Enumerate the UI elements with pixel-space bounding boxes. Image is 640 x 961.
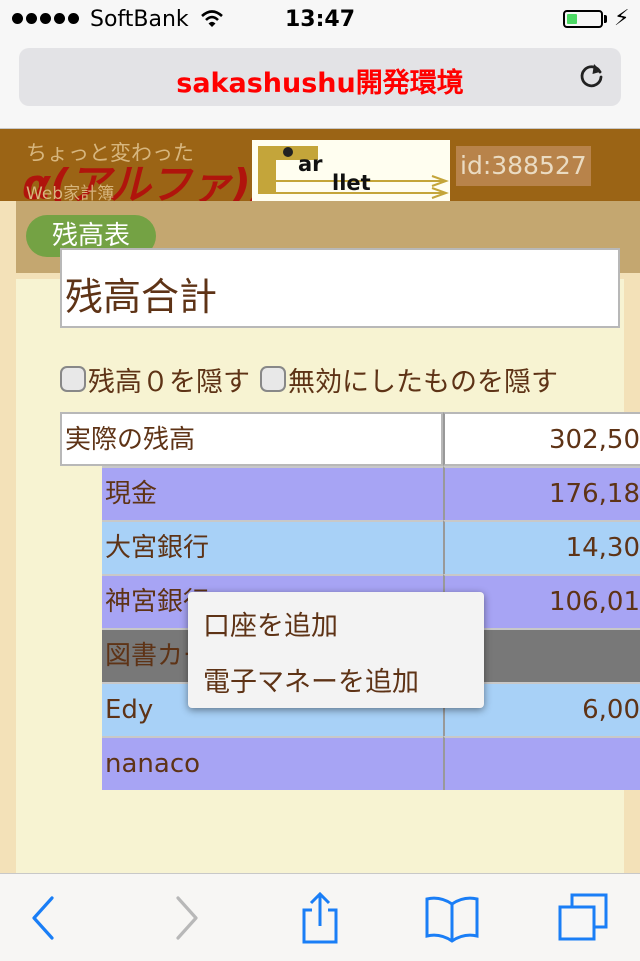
table-row[interactable]: 実際の残高 302,50 (60, 412, 640, 466)
table-row[interactable]: 現金 176,18 (60, 466, 640, 520)
hide-zero-option[interactable]: 残高０を隠す (60, 360, 250, 399)
hide-zero-checkbox[interactable] (60, 366, 86, 392)
account-name: 大宮銀行 (102, 520, 443, 574)
address-bar-area: sakashushu開発環境 (0, 40, 640, 129)
battery-icon (563, 10, 603, 28)
account-amount: 14,30 (443, 520, 640, 574)
reload-icon[interactable] (577, 60, 607, 90)
status-bar: SoftBank 13:47 ⚡ (0, 0, 640, 40)
chevron-left-icon[interactable] (14, 892, 74, 944)
account-name: 現金 (102, 466, 443, 520)
hide-disabled-checkbox[interactable] (260, 366, 286, 392)
add-account-item[interactable]: 口座を追加 (203, 604, 338, 643)
balance-total-heading: 残高合計 (60, 248, 620, 328)
account-amount: 302,50 (443, 412, 640, 466)
banner-text-ar: ar (298, 152, 323, 176)
banner-text-llet: llet (332, 171, 371, 195)
table-row[interactable]: 大宮銀行 14,30 (60, 520, 640, 574)
account-amount (443, 736, 640, 790)
charging-bolt-icon: ⚡ (614, 6, 630, 31)
heading-text: 残高合計 (65, 275, 218, 319)
account-amount: 176,18 (443, 466, 640, 520)
hide-disabled-label: 無効にしたものを隠す (288, 366, 558, 398)
filter-options: 残高０を隠す 無効にしたものを隠す (60, 360, 568, 399)
site-logo[interactable]: ちょっと変わった α(アルファ)版 Web家計簿 (22, 135, 292, 209)
banner-graphic: ar llet (258, 146, 449, 199)
status-time: 13:47 (284, 7, 356, 32)
share-icon[interactable] (290, 892, 350, 944)
add-emoney-item[interactable]: 電子マネーを追加 (203, 660, 419, 699)
account-name: 実際の残高 (60, 412, 443, 466)
table-row[interactable]: nanaco (60, 736, 640, 790)
tabs-icon[interactable] (554, 892, 614, 944)
battery-cap (604, 15, 607, 23)
chevron-right-icon[interactable] (156, 892, 216, 944)
account-name: nanaco (102, 736, 443, 790)
book-icon[interactable] (422, 892, 482, 944)
hide-disabled-option[interactable]: 無効にしたものを隠す (260, 360, 558, 399)
hide-zero-label: 残高０を隠す (88, 366, 250, 398)
site-header: ちょっと変わった α(アルファ)版 Web家計簿 ar llet id:3885… (0, 129, 640, 209)
page-title: sakashushu開発環境 (176, 68, 464, 99)
wallet-banner[interactable]: ar llet (252, 140, 450, 201)
safari-toolbar (0, 873, 640, 961)
url-bar[interactable]: sakashushu開発環境 (19, 48, 621, 106)
web-page: ちょっと変わった α(アルファ)版 Web家計簿 ar llet id:3885… (0, 129, 640, 873)
user-id-label: id:388527 (456, 146, 591, 186)
add-menu-popup: 口座を追加 電子マネーを追加 (188, 592, 484, 708)
